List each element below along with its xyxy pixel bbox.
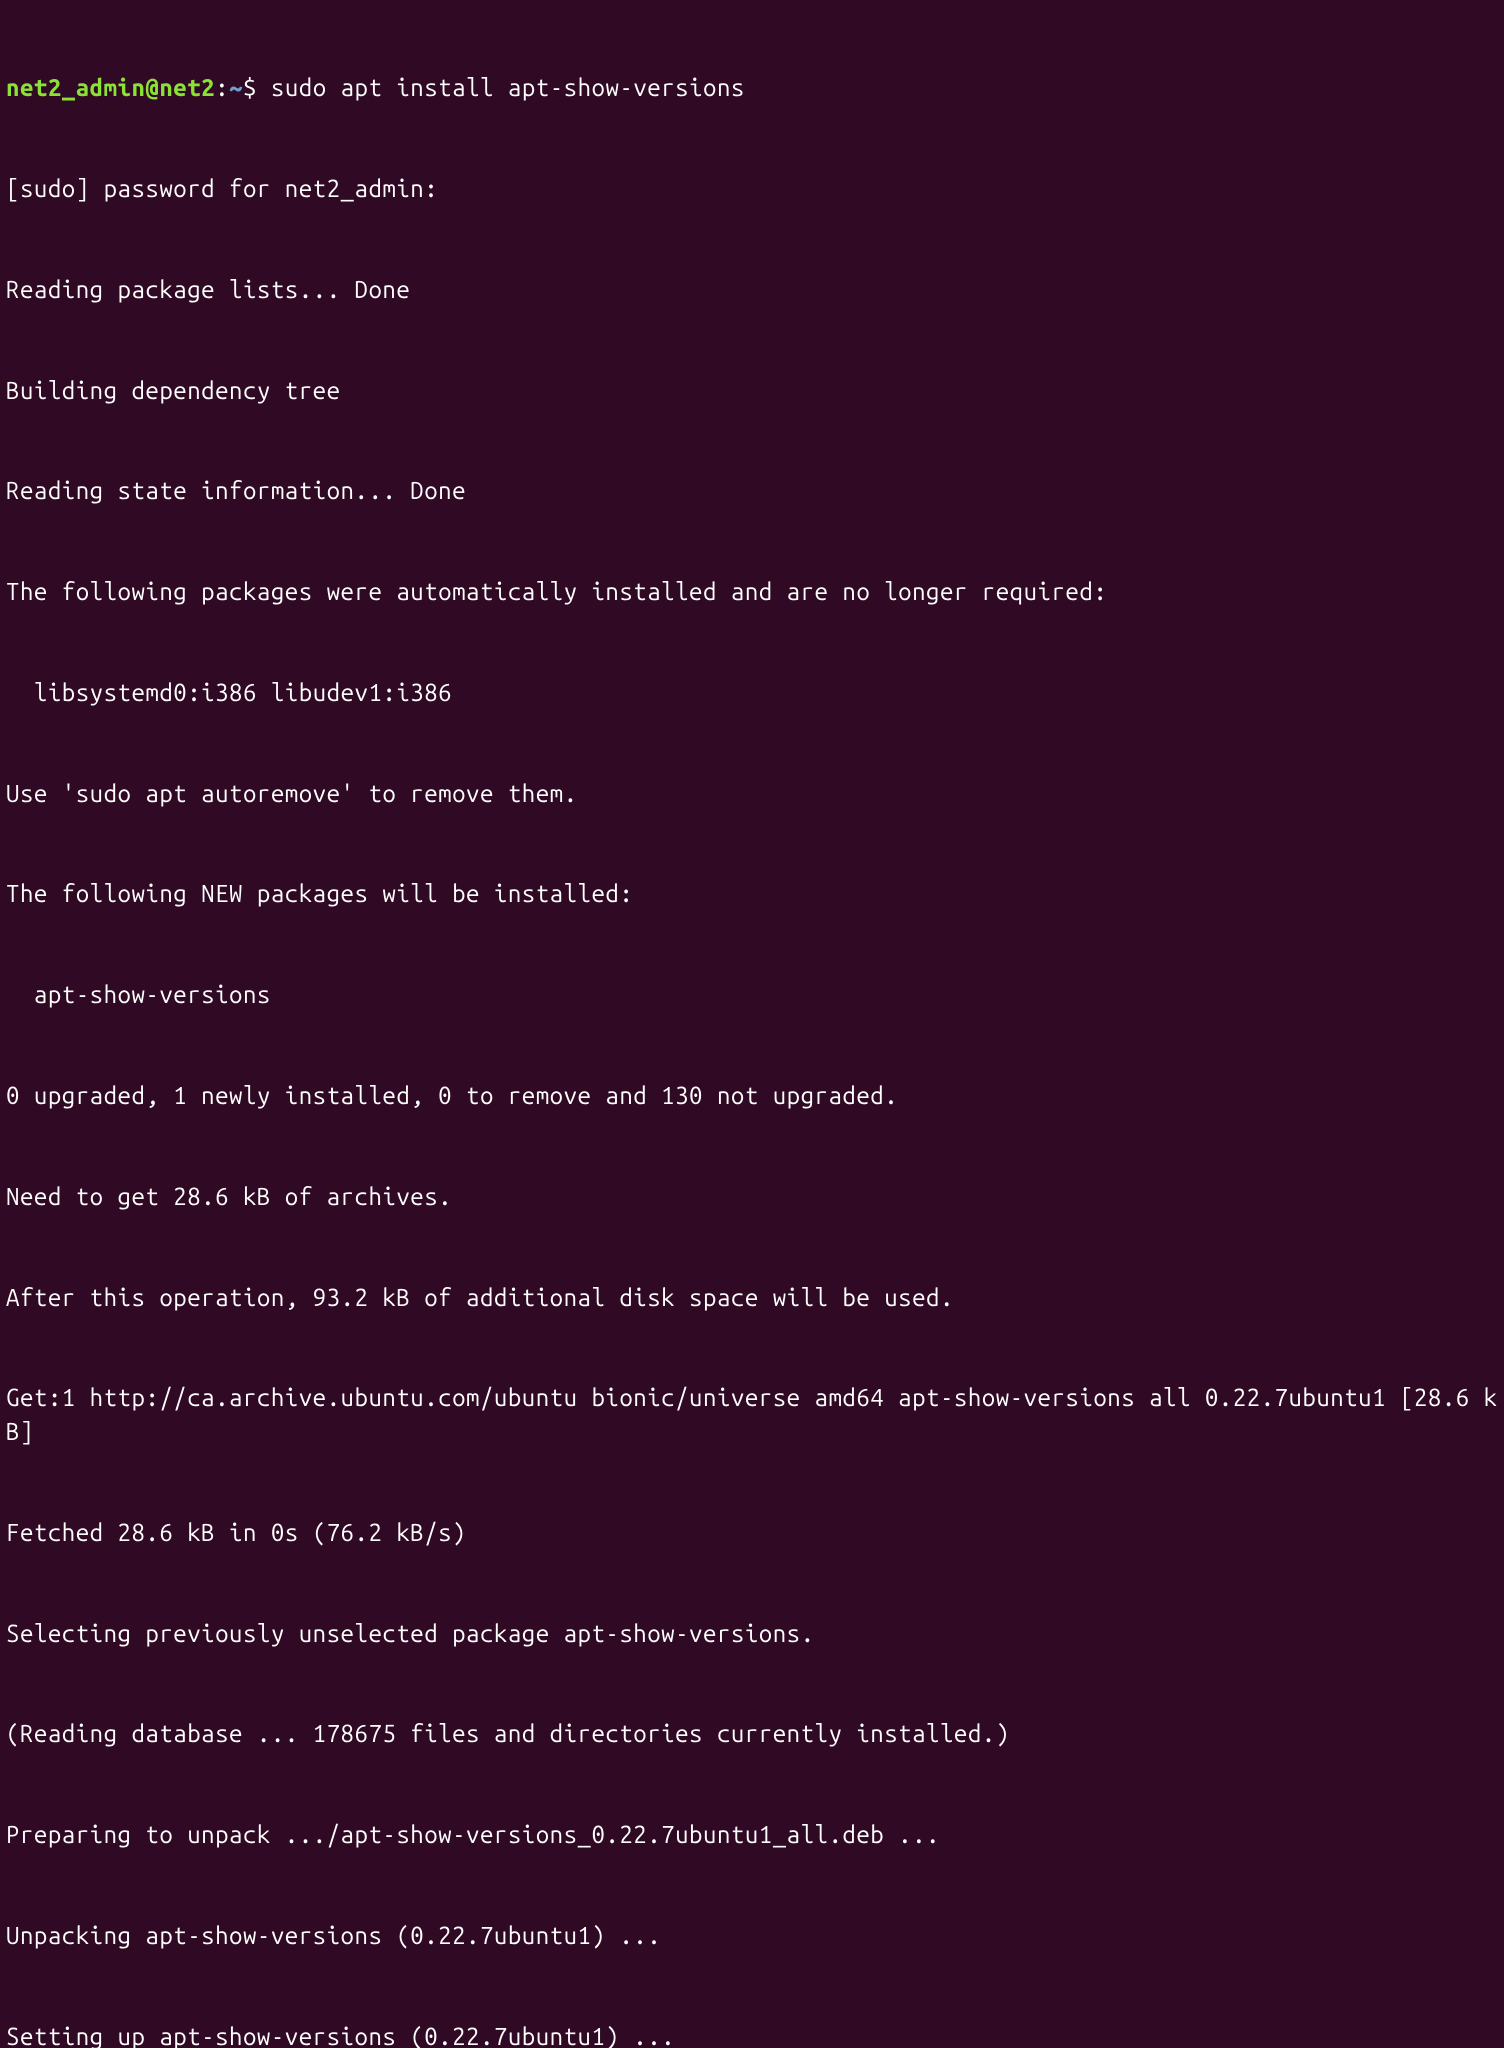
- output-line: After this operation, 93.2 kB of additio…: [6, 1281, 1498, 1315]
- output-line: The following NEW packages will be insta…: [6, 877, 1498, 911]
- output-line: Preparing to unpack .../apt-show-version…: [6, 1818, 1498, 1852]
- output-line: Building dependency tree: [6, 374, 1498, 408]
- output-line: Fetched 28.6 kB in 0s (76.2 kB/s): [6, 1516, 1498, 1550]
- output-line: [sudo] password for net2_admin:: [6, 172, 1498, 206]
- output-line: Use 'sudo apt autoremove' to remove them…: [6, 777, 1498, 811]
- output-line: Selecting previously unselected package …: [6, 1617, 1498, 1651]
- output-line: Setting up apt-show-versions (0.22.7ubun…: [6, 2020, 1498, 2048]
- output-line: (Reading database ... 178675 files and d…: [6, 1717, 1498, 1751]
- output-line: Reading state information... Done: [6, 474, 1498, 508]
- output-line: Unpacking apt-show-versions (0.22.7ubunt…: [6, 1919, 1498, 1953]
- output-line: Get:1 http://ca.archive.ubuntu.com/ubunt…: [6, 1381, 1498, 1448]
- output-line: Reading package lists... Done: [6, 273, 1498, 307]
- separator: :: [215, 74, 229, 101]
- user-host: net2_admin@net2: [6, 74, 215, 101]
- terminal-window[interactable]: net2_admin@net2:~$ sudo apt install apt-…: [6, 4, 1498, 2048]
- output-line: libsystemd0:i386 libudev1:i386: [6, 676, 1498, 710]
- path: ~: [229, 74, 243, 101]
- output-line: Need to get 28.6 kB of archives.: [6, 1180, 1498, 1214]
- output-line: apt-show-versions: [6, 978, 1498, 1012]
- output-line: The following packages were automaticall…: [6, 575, 1498, 609]
- command-text: sudo apt install apt-show-versions: [271, 74, 745, 101]
- prompt-line-1: net2_admin@net2:~$ sudo apt install apt-…: [6, 71, 1498, 105]
- output-line: 0 upgraded, 1 newly installed, 0 to remo…: [6, 1079, 1498, 1113]
- dollar-sign: $: [243, 74, 271, 101]
